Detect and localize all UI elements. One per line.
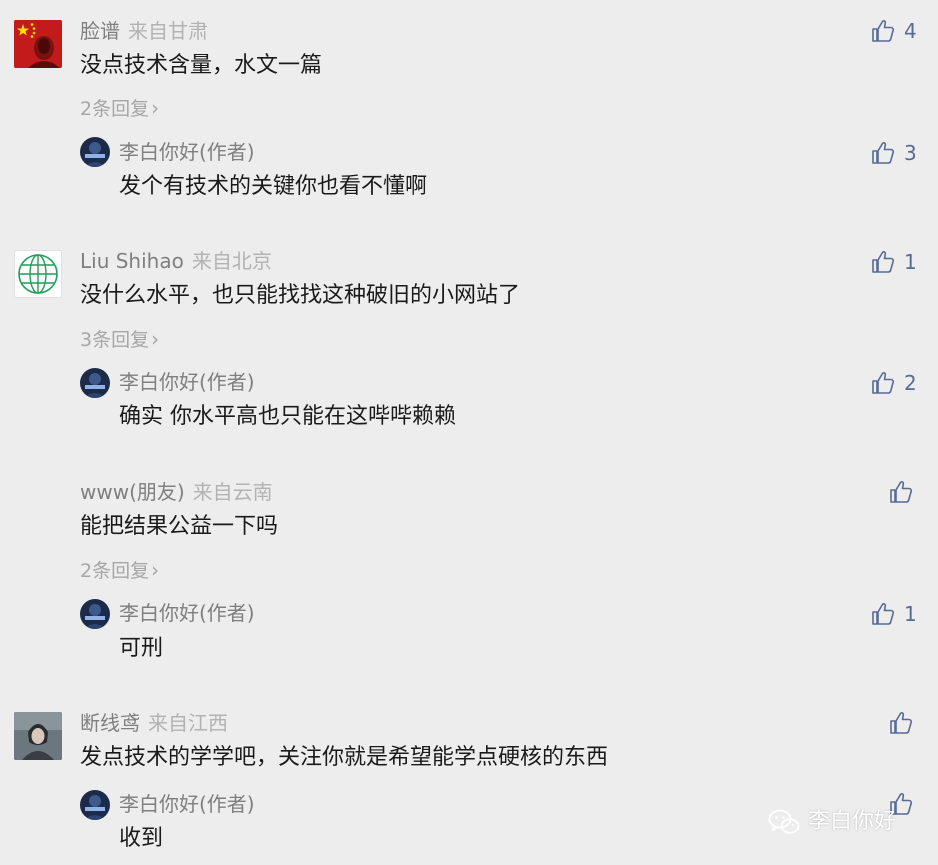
like-count: 4 — [904, 19, 917, 43]
like-button[interactable] — [888, 479, 922, 505]
avatar-author[interactable] — [80, 368, 110, 398]
reply-text: 可刑 — [119, 636, 164, 661]
comment-text: 发点技术的学学吧，关注你就是希望能学点硬核的东西 — [80, 745, 609, 770]
chevron-right-icon: › — [151, 327, 160, 351]
like-button[interactable]: 4 — [870, 18, 917, 44]
comment-meta: 脸谱 来自甘肃 — [80, 19, 208, 43]
reply-author-name[interactable]: 李白你好(作者) — [119, 140, 255, 164]
replies-count-label: 2条回复 — [80, 560, 150, 582]
comment-meta: www(朋友) 来自云南 — [80, 480, 273, 504]
commenter-name[interactable]: 脸谱 — [80, 19, 120, 43]
avatar-author[interactable] — [80, 137, 110, 167]
thumbs-up-icon — [888, 479, 914, 505]
like-button[interactable]: 2 — [870, 370, 917, 396]
comment-list: 脸谱 来自甘肃 4 没点技术含量，水文一篇 2条回复 › 李白你好(作者) 3 发个… — [0, 0, 938, 865]
view-replies-link[interactable]: 2条回复 › — [80, 558, 159, 583]
comment-meta: 断线鸢 来自江西 — [80, 711, 228, 735]
like-count: 1 — [904, 250, 917, 274]
commenter-location: 来自北京 — [191, 249, 272, 273]
thumbs-up-icon — [870, 601, 896, 627]
comment-text: 能把结果公益一下吗 — [80, 514, 279, 539]
reply-text: 确实 你水平高也只能在这哔哔赖赖 — [119, 404, 456, 429]
like-count: 3 — [904, 141, 917, 165]
chevron-right-icon: › — [151, 96, 160, 120]
thumbs-up-icon — [870, 18, 896, 44]
thumbs-up-icon — [888, 710, 914, 736]
view-replies-link[interactable]: 3条回复 › — [80, 327, 159, 352]
view-replies-link[interactable]: 2条回复 › — [80, 96, 159, 121]
like-button[interactable]: 1 — [870, 249, 917, 275]
reply-text: 收到 — [119, 826, 164, 851]
commenter-name[interactable]: 断线鸢 — [80, 711, 140, 735]
avatar-author[interactable] — [80, 790, 110, 820]
thumbs-up-icon — [870, 140, 896, 166]
comment-text: 没什么水平，也只能找找这种破旧的小网站了 — [80, 283, 521, 308]
commenter-location: 来自云南 — [192, 480, 273, 504]
replies-count-label: 2条回复 — [80, 98, 150, 120]
wechat-icon — [768, 808, 800, 836]
like-button[interactable]: 1 — [870, 601, 917, 627]
thumbs-up-icon — [870, 249, 896, 275]
reply-author-name[interactable]: 李白你好(作者) — [119, 370, 255, 394]
commenter-name[interactable]: www(朋友) — [80, 480, 185, 504]
avatar-commenter-1[interactable] — [14, 20, 62, 68]
like-button[interactable]: 3 — [870, 140, 917, 166]
commenter-location: 来自甘肃 — [128, 19, 208, 43]
watermark: 李白你好 — [768, 808, 896, 836]
thumbs-up-icon — [870, 370, 896, 396]
comment-meta: Liu Shihao 来自北京 — [80, 249, 272, 273]
reply-author-name[interactable]: 李白你好(作者) — [119, 601, 255, 625]
replies-count-label: 3条回复 — [80, 329, 150, 351]
watermark-text: 李白你好 — [808, 809, 897, 834]
avatar-author[interactable] — [80, 599, 110, 629]
reply-text: 发个有技术的关键你也看不懂啊 — [119, 174, 428, 199]
commenter-name[interactable]: Liu Shihao — [80, 249, 184, 273]
comment-text: 没点技术含量，水文一篇 — [80, 53, 323, 78]
like-count: 2 — [904, 371, 917, 395]
avatar-commenter-4[interactable] — [14, 712, 62, 760]
chevron-right-icon: › — [151, 558, 160, 582]
avatar-commenter-2[interactable] — [14, 250, 62, 298]
commenter-location: 来自江西 — [148, 711, 228, 735]
reply-author-name[interactable]: 李白你好(作者) — [119, 792, 255, 816]
like-count: 1 — [904, 602, 917, 626]
like-button[interactable] — [888, 710, 922, 736]
